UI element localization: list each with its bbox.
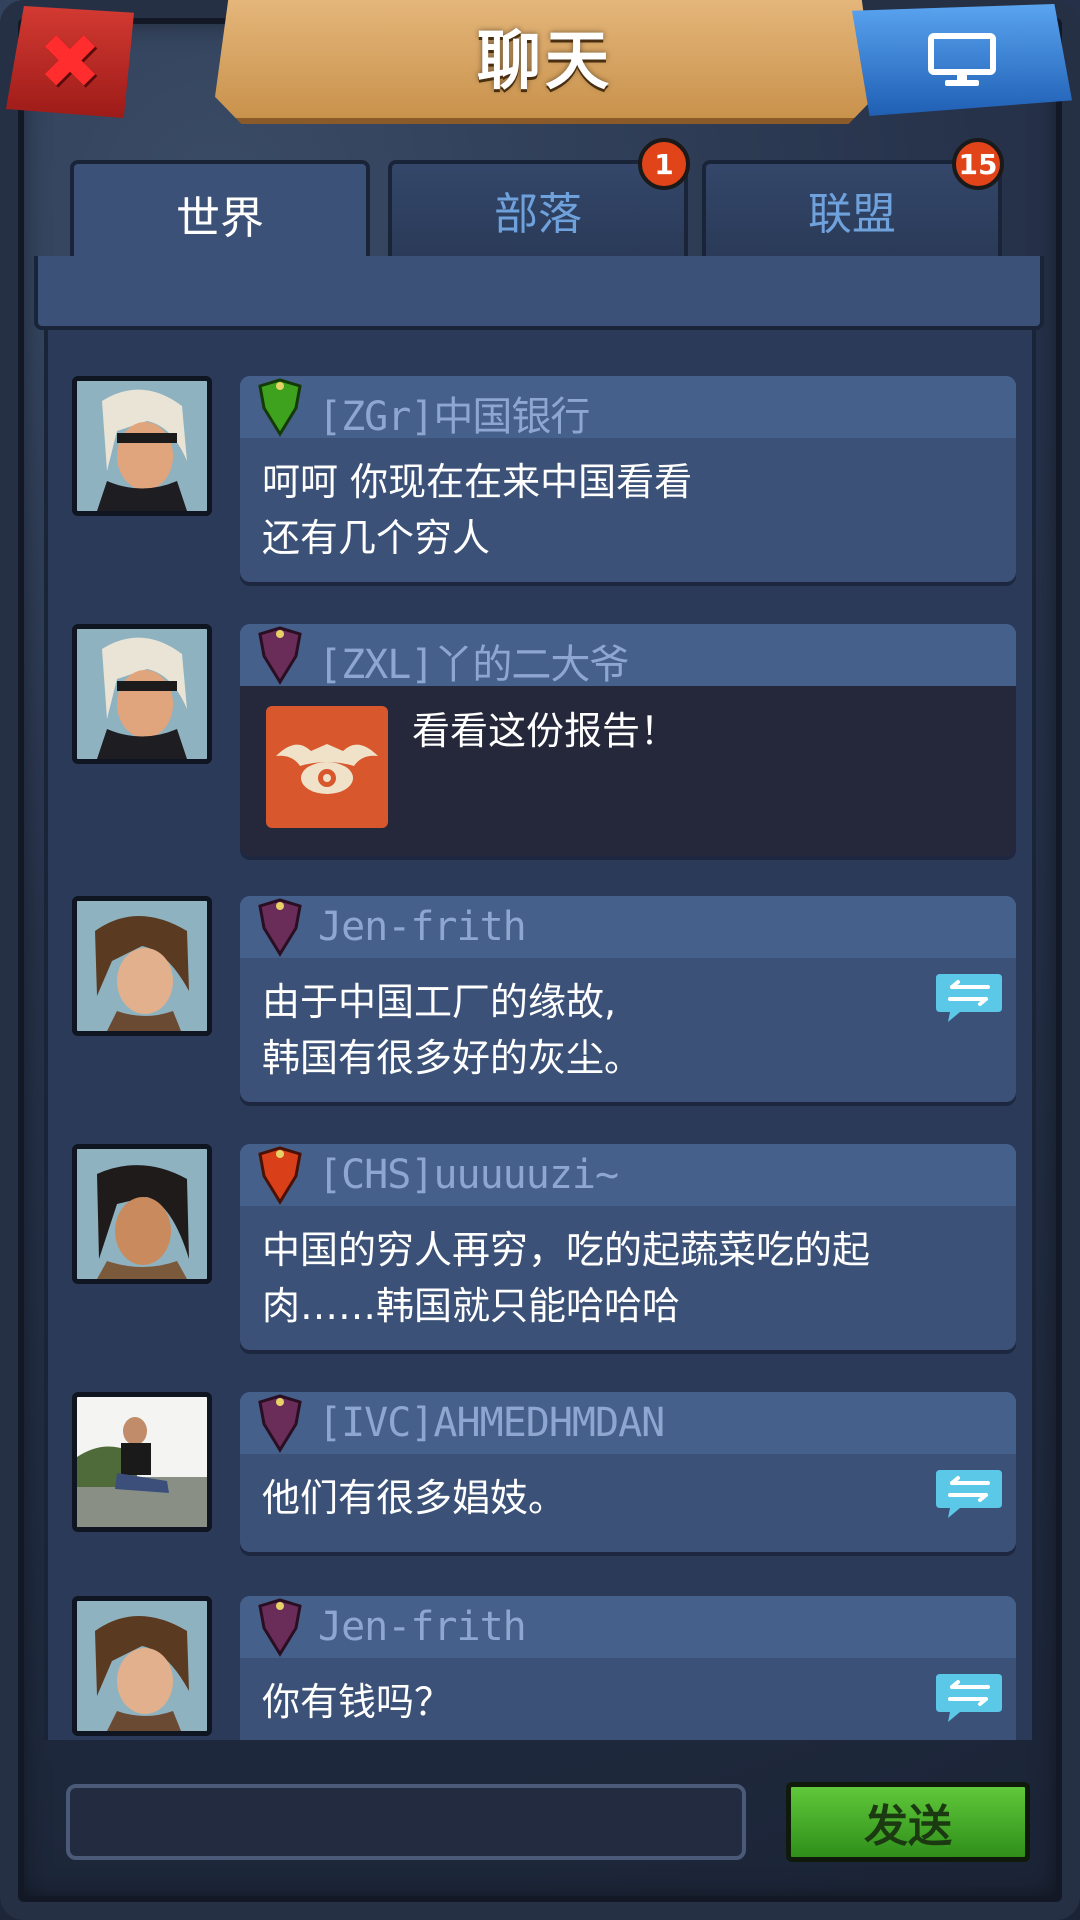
- message-text: 由于中国工厂的缘故, 韩国有很多好的灰尘。: [262, 980, 643, 1080]
- message-text: 呵呵 你现在在来中国看看 还有几个穷人: [262, 460, 693, 560]
- shield-icon: [258, 1598, 302, 1657]
- chat-bubble: Jen-frith 由于中国工厂的缘故, 韩国有很多好的灰尘。: [240, 896, 1016, 1102]
- shield-icon: [258, 1394, 302, 1453]
- avatar[interactable]: [72, 1144, 212, 1284]
- close-button[interactable]: ✖: [6, 6, 134, 118]
- page-title: 聊天: [477, 25, 613, 99]
- bubble-header: Jen-frith: [240, 1596, 1016, 1658]
- avatar-portrait-icon: [77, 1149, 207, 1279]
- eye-wings-icon: [276, 744, 378, 794]
- avatar[interactable]: [72, 1392, 212, 1532]
- tab-label: 部落: [494, 189, 582, 240]
- translate-icon[interactable]: [934, 1466, 1004, 1522]
- tab-alliance[interactable]: 联盟 15: [702, 138, 1004, 256]
- bubble-header: Jen-frith: [240, 896, 1016, 958]
- chat-bubble: [CHS]uuuuuzi~ 中国的穷人再穷，吃的起蔬菜吃的起 肉……韩国就只能哈…: [240, 1144, 1016, 1350]
- sender-name[interactable]: [ZXL]丫的二大爷: [318, 632, 629, 690]
- shield-icon: [258, 898, 302, 957]
- shield-icon: [258, 1146, 302, 1205]
- bubble-header: [ZXL]丫的二大爷: [240, 624, 1016, 688]
- avatar-portrait-icon: [77, 901, 207, 1031]
- tab-content-header: [34, 256, 1044, 330]
- shield-icon: [258, 626, 302, 685]
- message-text: 他们有很多娼妓。: [262, 1476, 567, 1520]
- tab-clan[interactable]: 部落 1: [388, 138, 690, 256]
- title-banner: 聊天: [215, 0, 875, 124]
- chat-message-list[interactable]: [ZGr]中国银行 呵呵 你现在在来中国看看 还有几个穷人 [ZXL]丫的二大爷: [44, 330, 1036, 1740]
- translate-icon[interactable]: [934, 1670, 1004, 1726]
- bubble-header: [CHS]uuuuuzi~: [240, 1144, 1016, 1206]
- chat-bubble: [IVC]AHMEDHMDAN 他们有很多娼妓。: [240, 1392, 1016, 1552]
- avatar[interactable]: [72, 376, 212, 516]
- display-mode-button[interactable]: [852, 4, 1072, 116]
- avatar-photo-icon: [77, 1397, 207, 1527]
- message-text: 你有钱吗？: [262, 1680, 453, 1724]
- tab-label: 世界: [176, 193, 264, 244]
- shield-icon: [258, 378, 302, 437]
- message-text: 看看这份报告！: [412, 709, 679, 753]
- sender-name[interactable]: [IVC]AHMEDHMDAN: [318, 1400, 665, 1446]
- close-icon: ✖: [38, 17, 102, 106]
- sender-name[interactable]: [CHS]uuuuuzi~: [318, 1152, 619, 1198]
- tab-world[interactable]: 世界: [70, 160, 370, 264]
- sender-name[interactable]: Jen-frith: [318, 1604, 527, 1650]
- chat-bubble: [ZXL]丫的二大爷 看看这份报告！: [240, 624, 1016, 856]
- avatar-portrait-icon: [77, 629, 207, 759]
- send-button-label: 发送: [864, 1801, 952, 1852]
- bubble-header: [IVC]AHMEDHMDAN: [240, 1392, 1016, 1454]
- tab-label: 联盟: [808, 189, 896, 240]
- report-button[interactable]: [266, 706, 388, 828]
- avatar[interactable]: [72, 1596, 212, 1736]
- translate-icon[interactable]: [934, 970, 1004, 1026]
- send-button[interactable]: 发送: [786, 1782, 1030, 1862]
- unread-badge: 15: [952, 138, 1004, 190]
- report-body[interactable]: 看看这份报告！: [240, 686, 1016, 856]
- chat-bubble: [ZGr]中国银行 呵呵 你现在在来中国看看 还有几个穷人: [240, 376, 1016, 582]
- chat-tabs: 世界 部落 1 联盟 15: [70, 138, 1010, 264]
- sender-name[interactable]: Jen-frith: [318, 904, 527, 950]
- chat-bubble: Jen-frith 你有钱吗？: [240, 1596, 1016, 1740]
- avatar-portrait-icon: [77, 1601, 207, 1731]
- bubble-header: [ZGr]中国银行: [240, 376, 1016, 440]
- avatar[interactable]: [72, 896, 212, 1036]
- message-text: 中国的穷人再穷，吃的起蔬菜吃的起 肉……韩国就只能哈哈哈: [262, 1228, 871, 1328]
- avatar-portrait-icon: [77, 381, 207, 511]
- sender-name[interactable]: [ZGr]中国银行: [318, 384, 590, 442]
- chat-message-input[interactable]: [66, 1784, 746, 1860]
- unread-badge: 1: [638, 138, 690, 190]
- monitor-icon: [928, 33, 996, 86]
- avatar[interactable]: [72, 624, 212, 764]
